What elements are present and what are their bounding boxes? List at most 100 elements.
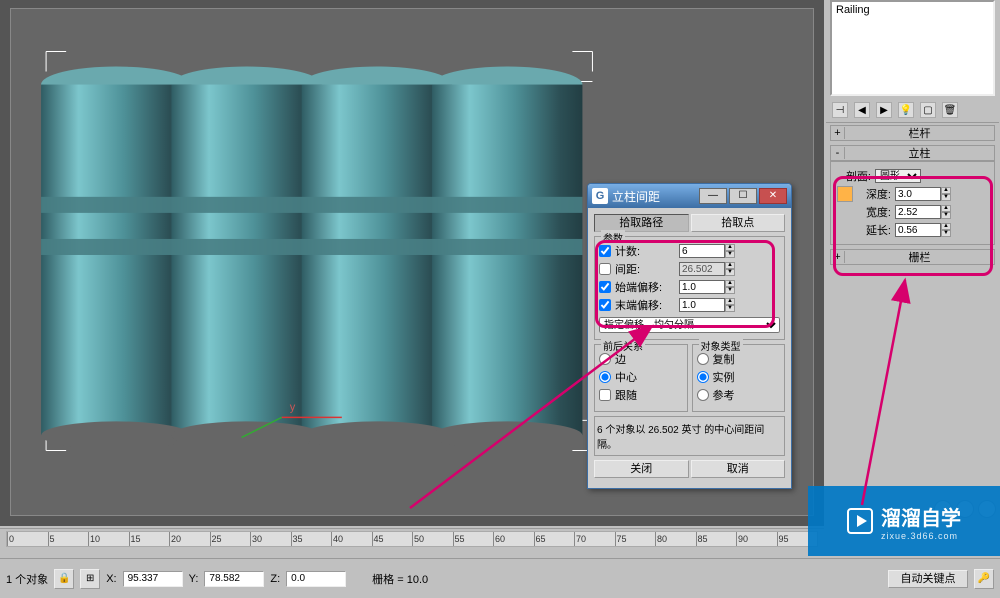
z-label: Z:: [270, 573, 280, 585]
timeline[interactable]: 0510152025303540455055606570758085909510…: [0, 528, 824, 556]
rollout-header[interactable]: - 立柱: [830, 145, 995, 161]
instance-label: 实例: [713, 369, 735, 385]
width-label: 宽度:: [857, 204, 891, 220]
extend-label: 延长:: [857, 222, 891, 238]
auto-key-button[interactable]: 自动关键点: [888, 570, 968, 588]
grid-label: 栅格 = 10.0: [372, 571, 428, 587]
center-radio[interactable]: [599, 371, 611, 383]
spinner-down-icon[interactable]: ▼: [941, 212, 951, 219]
count-label: 计数:: [615, 243, 675, 259]
count-checkbox[interactable]: [599, 245, 611, 257]
lightbulb-icon[interactable]: 💡: [898, 102, 914, 118]
tick-label: 10: [90, 534, 100, 544]
pin-icon[interactable]: ⊣: [832, 102, 848, 118]
rollout-title: 立柱: [845, 145, 994, 161]
close-button[interactable]: ✕: [759, 188, 787, 204]
spinner-up-icon[interactable]: ▲: [941, 223, 951, 230]
x-field[interactable]: 95.337: [123, 571, 183, 587]
copy-radio[interactable]: [697, 353, 709, 365]
tick-label: 35: [293, 534, 303, 544]
tick-label: 25: [212, 534, 222, 544]
z-field[interactable]: 0.0: [286, 571, 346, 587]
tick-label: 50: [414, 534, 424, 544]
spinner-down-icon[interactable]: ▼: [941, 230, 951, 237]
rollout-header[interactable]: + 栅栏: [830, 249, 995, 265]
edge-radio[interactable]: [599, 353, 611, 365]
status-bar: 1 个对象 🔒 ⊞ X: 95.337 Y: 78.582 Z: 0.0 栅格 …: [0, 558, 1000, 598]
pick-point-button[interactable]: 拾取点: [691, 214, 786, 232]
spinner-down-icon[interactable]: ▼: [941, 194, 951, 201]
end-offset-input[interactable]: [679, 298, 725, 312]
close-dialog-button[interactable]: 关闭: [594, 460, 689, 478]
maximize-button[interactable]: ☐: [729, 188, 757, 204]
expand-icon[interactable]: +: [831, 251, 845, 263]
tick-label: 15: [131, 534, 141, 544]
lock-icon[interactable]: 🔒: [54, 569, 74, 589]
relation-group: 前后关系 边 中心 跟随: [594, 344, 688, 412]
spacing-input: [679, 262, 725, 276]
tick-label: 80: [657, 534, 667, 544]
spinner-up-icon[interactable]: ▲: [725, 298, 735, 305]
width-input[interactable]: [895, 205, 941, 219]
tick-label: 5: [50, 534, 55, 544]
minimize-button[interactable]: —: [699, 188, 727, 204]
extend-input[interactable]: [895, 223, 941, 237]
y-label: Y:: [189, 573, 199, 585]
spinner-down-icon[interactable]: ▼: [725, 269, 735, 276]
spinner-down-icon[interactable]: ▼: [725, 305, 735, 312]
start-offset-label: 始端偏移:: [615, 279, 675, 295]
start-offset-checkbox[interactable]: [599, 281, 611, 293]
key-icon[interactable]: 🔑: [974, 569, 994, 589]
stack-prev-icon[interactable]: ◀: [854, 102, 870, 118]
watermark: 溜溜自学 zixue.3d66.com: [808, 486, 1000, 556]
toggle-icon[interactable]: ▢: [920, 102, 936, 118]
end-offset-checkbox[interactable]: [599, 299, 611, 311]
follow-checkbox[interactable]: [599, 389, 611, 401]
spinner-down-icon[interactable]: ▼: [725, 287, 735, 294]
trash-icon[interactable]: 🗑: [942, 102, 958, 118]
timeline-ruler[interactable]: 0510152025303540455055606570758085909510…: [6, 531, 818, 547]
cancel-button[interactable]: 取消: [691, 460, 786, 478]
color-swatch[interactable]: [837, 186, 853, 202]
spinner-up-icon[interactable]: ▲: [941, 205, 951, 212]
instance-radio[interactable]: [697, 371, 709, 383]
reference-radio[interactable]: [697, 389, 709, 401]
start-offset-input[interactable]: [679, 280, 725, 294]
spinner-up-icon[interactable]: ▲: [725, 244, 735, 251]
spinner-up-icon[interactable]: ▲: [725, 262, 735, 269]
spacing-checkbox[interactable]: [599, 263, 611, 275]
stack-next-icon[interactable]: ▶: [876, 102, 892, 118]
dialog-titlebar[interactable]: G 立柱间距 — ☐ ✕: [588, 184, 791, 208]
tick-label: 65: [536, 534, 546, 544]
profile-select[interactable]: 圆形: [875, 169, 921, 183]
spinner-up-icon[interactable]: ▲: [725, 280, 735, 287]
depth-input[interactable]: [895, 187, 941, 201]
spinner-up-icon[interactable]: ▲: [941, 187, 951, 194]
distribution-select[interactable]: 指定偏移，均匀分隔: [599, 317, 780, 333]
group-label: 对象类型: [699, 338, 743, 353]
tick-label: 75: [617, 534, 627, 544]
rollout-post: - 立柱 剖面: 圆形 深度: ▲▼ 宽度: ▲▼ 延长:: [830, 145, 995, 245]
reference-label: 参考: [713, 387, 735, 403]
count-input[interactable]: [679, 244, 725, 258]
rollout-header[interactable]: + 栏杆: [830, 125, 995, 141]
dialog-status: 6 个对象以 26.502 英寸 的中心间距间隔。: [594, 416, 785, 456]
watermark-brand: 溜溜自学: [881, 502, 961, 531]
tick-label: 95: [779, 534, 789, 544]
collapse-icon[interactable]: -: [831, 147, 845, 159]
transform-type-icon[interactable]: ⊞: [80, 569, 100, 589]
object-list[interactable]: Railing: [830, 0, 995, 96]
y-field[interactable]: 78.582: [204, 571, 264, 587]
tick-label: 60: [495, 534, 505, 544]
list-item[interactable]: Railing: [836, 4, 989, 16]
x-label: X:: [106, 573, 116, 585]
spinner-down-icon[interactable]: ▼: [725, 251, 735, 258]
svg-text:y: y: [290, 401, 296, 413]
tick-label: 20: [171, 534, 181, 544]
play-icon: [847, 508, 873, 534]
expand-icon[interactable]: +: [831, 127, 845, 139]
tick-label: 90: [738, 534, 748, 544]
follow-label: 跟随: [615, 387, 637, 403]
profile-label: 剖面:: [837, 168, 871, 184]
spacing-label: 间距:: [615, 261, 675, 277]
